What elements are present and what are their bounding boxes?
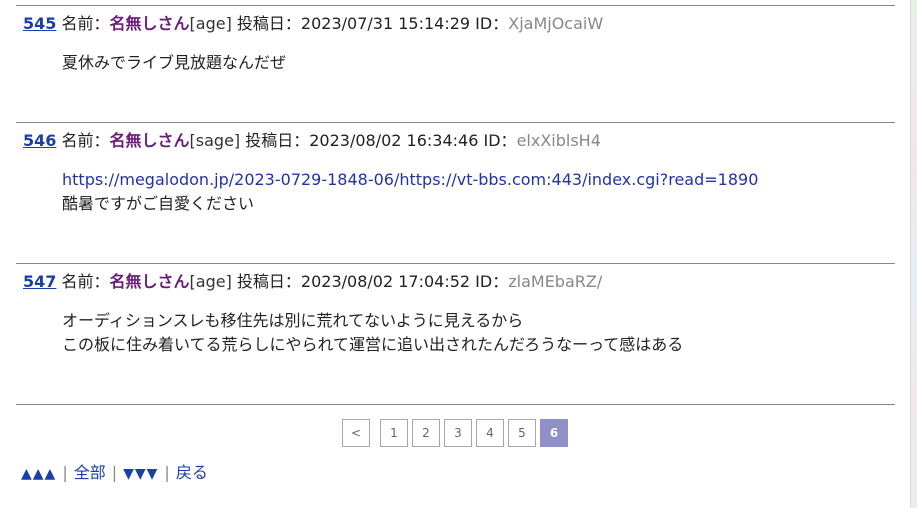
- id-label: ID：: [470, 14, 509, 33]
- post-text-line: 夏休みでライブ見放題なんだぜ: [62, 53, 287, 72]
- post-text-line: 酷暑ですがご自愛ください: [62, 194, 255, 213]
- date-label: 投稿日：: [240, 131, 310, 150]
- post-divider: [16, 263, 895, 264]
- scroll-bottom-link[interactable]: ▼▼▼: [123, 466, 158, 482]
- nav-separator: |: [111, 463, 118, 482]
- post-body: 夏休みでライブ見放題なんだぜ: [62, 51, 286, 75]
- pager-page-3[interactable]: 3: [444, 419, 472, 447]
- poster-id: XjaMjOcaiW: [508, 14, 604, 33]
- post-number-link[interactable]: 547: [23, 272, 56, 291]
- back-link[interactable]: 戻る: [176, 463, 208, 482]
- poster-id: zlaMEbaRZ/: [508, 272, 603, 291]
- pager-page-1[interactable]: 1: [380, 419, 408, 447]
- pager-prev-button[interactable]: <: [342, 419, 370, 447]
- thread-end-divider: [16, 404, 895, 405]
- scroll-top-link[interactable]: ▲▲▲: [21, 466, 56, 482]
- date-label: 投稿日：: [231, 272, 301, 291]
- post-header: 545 名前：名無しさん[age] 投稿日：2023/07/31 15:14:2…: [23, 14, 603, 34]
- poster-id: elxXiblsH4: [516, 131, 601, 150]
- author-name: 名無しさん: [109, 14, 190, 33]
- id-label: ID：: [478, 131, 517, 150]
- show-all-link[interactable]: 全部: [74, 463, 106, 482]
- name-label: 名前：: [61, 14, 110, 33]
- name-label: 名前：: [61, 131, 110, 150]
- name-label: 名前：: [61, 272, 110, 291]
- post-text-line: この板に住み着いてる荒らしにやられて運営に追い出されたんだろうなーって感はある: [62, 335, 684, 354]
- post-number-link[interactable]: 545: [23, 14, 56, 33]
- mail-field: [age]: [189, 272, 232, 291]
- nav-separator: |: [164, 463, 170, 482]
- pager-page-4[interactable]: 4: [476, 419, 504, 447]
- mail-field: [age]: [189, 14, 232, 33]
- author-name: 名無しさん: [109, 272, 190, 291]
- mail-field: [sage]: [189, 131, 241, 150]
- pager-page-6-current[interactable]: 6: [540, 419, 568, 447]
- pager-page-5[interactable]: 5: [508, 419, 536, 447]
- post-body: https://megalodon.jp/2023-0729-1848-06/h…: [62, 168, 758, 216]
- post-number-link[interactable]: 546: [23, 131, 56, 150]
- post-date: 2023/07/31 15:14:29: [300, 14, 471, 33]
- post-divider: [16, 5, 895, 6]
- date-label: 投稿日：: [231, 14, 301, 33]
- post-date: 2023/08/02 16:34:46: [309, 131, 479, 150]
- post-header: 546 名前：名無しさん[sage] 投稿日：2023/08/02 16:34:…: [23, 131, 601, 151]
- pager-page-2[interactable]: 2: [412, 419, 440, 447]
- post-header: 547 名前：名無しさん[age] 投稿日：2023/08/02 17:04:5…: [23, 272, 602, 292]
- post-date: 2023/08/02 17:04:52: [300, 272, 471, 291]
- post-divider: [16, 122, 895, 123]
- post-body: オーディションスレも移住先は別に荒れてないように見えるから この板に住み着いてる…: [62, 309, 683, 357]
- archived-url-link[interactable]: https://megalodon.jp/2023-0729-1848-06/h…: [62, 170, 758, 189]
- footer-navigation: ▲▲▲ | 全部 | ▼▼▼ | 戻る: [21, 462, 208, 485]
- id-label: ID：: [470, 272, 509, 291]
- post-text-line: オーディションスレも移住先は別に荒れてないように見えるから: [62, 311, 524, 330]
- nav-separator: |: [62, 463, 68, 482]
- background-decoration-strip: [910, 0, 917, 508]
- author-name: 名無しさん: [109, 131, 190, 150]
